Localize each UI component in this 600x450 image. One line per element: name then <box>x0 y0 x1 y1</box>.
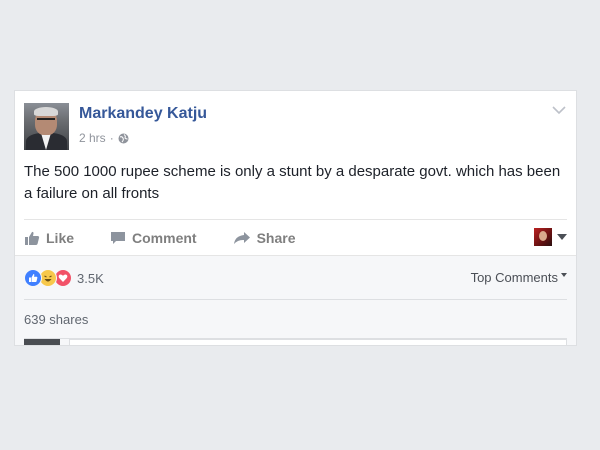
chevron-down-icon[interactable] <box>552 105 566 115</box>
footer-divider <box>24 299 567 300</box>
like-button[interactable]: Like <box>24 230 74 246</box>
share-icon <box>233 232 250 244</box>
post-card: Markandey Katju 2 hrs · The 500 1000 rup… <box>14 90 577 346</box>
caret-down-icon <box>561 272 567 277</box>
globe-icon[interactable] <box>118 133 129 144</box>
comment-sort-dropdown[interactable]: Top Comments <box>471 270 567 285</box>
reactions-summary[interactable]: 3.5K Top Comments <box>24 268 567 288</box>
meta-separator: · <box>109 131 114 145</box>
avatar-hair <box>34 107 58 116</box>
caret-down-icon <box>557 234 567 240</box>
like-icon <box>25 231 40 245</box>
action-bar: Like Comment Share <box>24 219 567 256</box>
post-time[interactable]: 2 hrs <box>79 131 106 145</box>
comment-label: Comment <box>132 230 197 246</box>
comment-sort-label: Top Comments <box>470 270 558 285</box>
comment-button[interactable]: Comment <box>110 230 197 246</box>
like-reaction-icon <box>24 269 42 287</box>
share-label: Share <box>256 230 296 246</box>
reaction-count[interactable]: 3.5K <box>77 271 104 286</box>
comment-icon <box>111 232 126 244</box>
author-avatar[interactable] <box>24 103 69 150</box>
author-name[interactable]: Markandey Katju <box>79 105 207 123</box>
post-footer: 3.5K Top Comments 639 shares <box>15 255 576 345</box>
post-meta: 2 hrs · <box>79 131 129 145</box>
commenter-avatar <box>24 339 60 345</box>
share-button[interactable]: Share <box>233 230 296 246</box>
viewer-avatar <box>534 228 552 246</box>
post-text: The 500 1000 rupee scheme is only a stun… <box>24 163 561 202</box>
post-as-selector[interactable] <box>534 228 567 246</box>
comment-input[interactable] <box>69 339 567 345</box>
avatar-glasses <box>37 118 55 125</box>
shares-count[interactable]: 639 shares <box>24 312 88 327</box>
like-label: Like <box>46 230 75 246</box>
